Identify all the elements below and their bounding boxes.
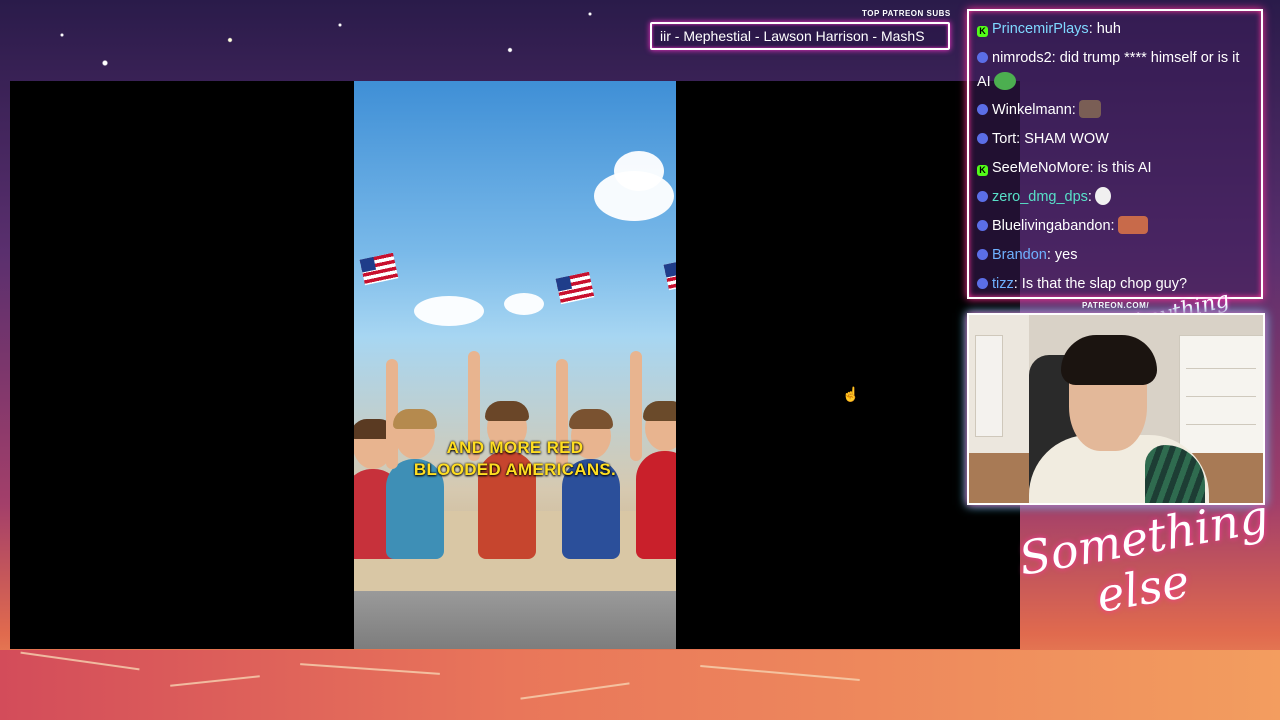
background-bottom-band [0, 650, 1280, 720]
chat-message: Tort: SHAM WOW [977, 125, 1253, 154]
chat-username[interactable]: SeeMeNoMore [992, 160, 1090, 176]
chat-text: : Is that the slap chop guy? [1013, 276, 1188, 292]
twitch-badge-icon [977, 278, 988, 289]
hand-cursor-icon: ☝ [842, 386, 860, 402]
caption-line-2: BLOODED AMERICANS. [413, 460, 617, 479]
chat-text: : yes [1046, 247, 1078, 263]
twitch-badge-icon [977, 220, 988, 231]
chat-username[interactable]: PrincemirPlays [992, 21, 1089, 37]
twitch-badge-icon [977, 104, 988, 115]
chat-message: Bluelivingabandon: [977, 212, 1253, 241]
chat-text: : [1087, 189, 1092, 205]
caption-line-1: AND MORE RED [446, 438, 584, 457]
chat-username[interactable]: Tort [992, 131, 1016, 147]
chat-username[interactable]: nimrods2 [992, 50, 1052, 66]
twitch-badge-icon [977, 133, 988, 144]
webcam-feed [967, 313, 1265, 505]
face-emote-icon [1078, 100, 1101, 118]
patreon-ticker: iir - Mephestial - Lawson Harrison - Mas… [650, 22, 950, 50]
twitch-badge-icon [977, 191, 988, 202]
something-else-brand-logo: Something else [1015, 489, 1280, 633]
video-frame: AND MORE RED BLOODED AMERICANS. [354, 81, 676, 649]
chat-text: : SHAM WOW [1016, 131, 1109, 147]
chat-text: : [1071, 102, 1076, 118]
chat-username[interactable]: tizz [992, 276, 1014, 292]
chat-message: K SeeMeNoMore: is this AI [977, 154, 1253, 183]
video-caption: AND MORE RED BLOODED AMERICANS. [354, 437, 676, 481]
chat-text: : huh [1088, 21, 1121, 37]
chat-message: K PrincemirPlays: huh [977, 15, 1253, 44]
chat-message: Winkelmann: [977, 96, 1253, 125]
video-player[interactable]: AND MORE RED BLOODED AMERICANS. [10, 81, 1020, 649]
kick-badge-icon: K [977, 26, 988, 37]
kick-badge-icon: K [977, 165, 988, 176]
chat-message: zero_dmg_dps: [977, 183, 1253, 212]
top-patreon-label: TOP PATREON SUBS [862, 9, 951, 18]
chat-panel: K PrincemirPlays: huh nimrods2: did trump … [967, 9, 1263, 299]
face2-emote-icon [1117, 216, 1148, 234]
twitch-badge-icon [977, 249, 988, 260]
chat-message: Brandon: yes [977, 241, 1253, 270]
chat-username[interactable]: Winkelmann [992, 102, 1072, 118]
chat-username[interactable]: zero_dmg_dps [992, 189, 1088, 205]
pepe-emote-icon [993, 72, 1016, 90]
chat-text: : [1110, 218, 1115, 234]
chat-message: nimrods2: did trump **** himself or is i… [977, 44, 1253, 96]
chat-text: : is this AI [1089, 160, 1152, 176]
chat-username[interactable]: Brandon [992, 247, 1047, 263]
twitch-badge-icon [977, 52, 988, 63]
video-bottom-blur [354, 591, 676, 649]
patreon-ticker-text: iir - Mephestial - Lawson Harrison - Mas… [660, 28, 925, 44]
skull-emote-icon [1094, 187, 1111, 205]
chat-username[interactable]: Bluelivingabandon [992, 218, 1111, 234]
chat-message-list: K PrincemirPlays: huh nimrods2: did trump … [977, 15, 1253, 299]
